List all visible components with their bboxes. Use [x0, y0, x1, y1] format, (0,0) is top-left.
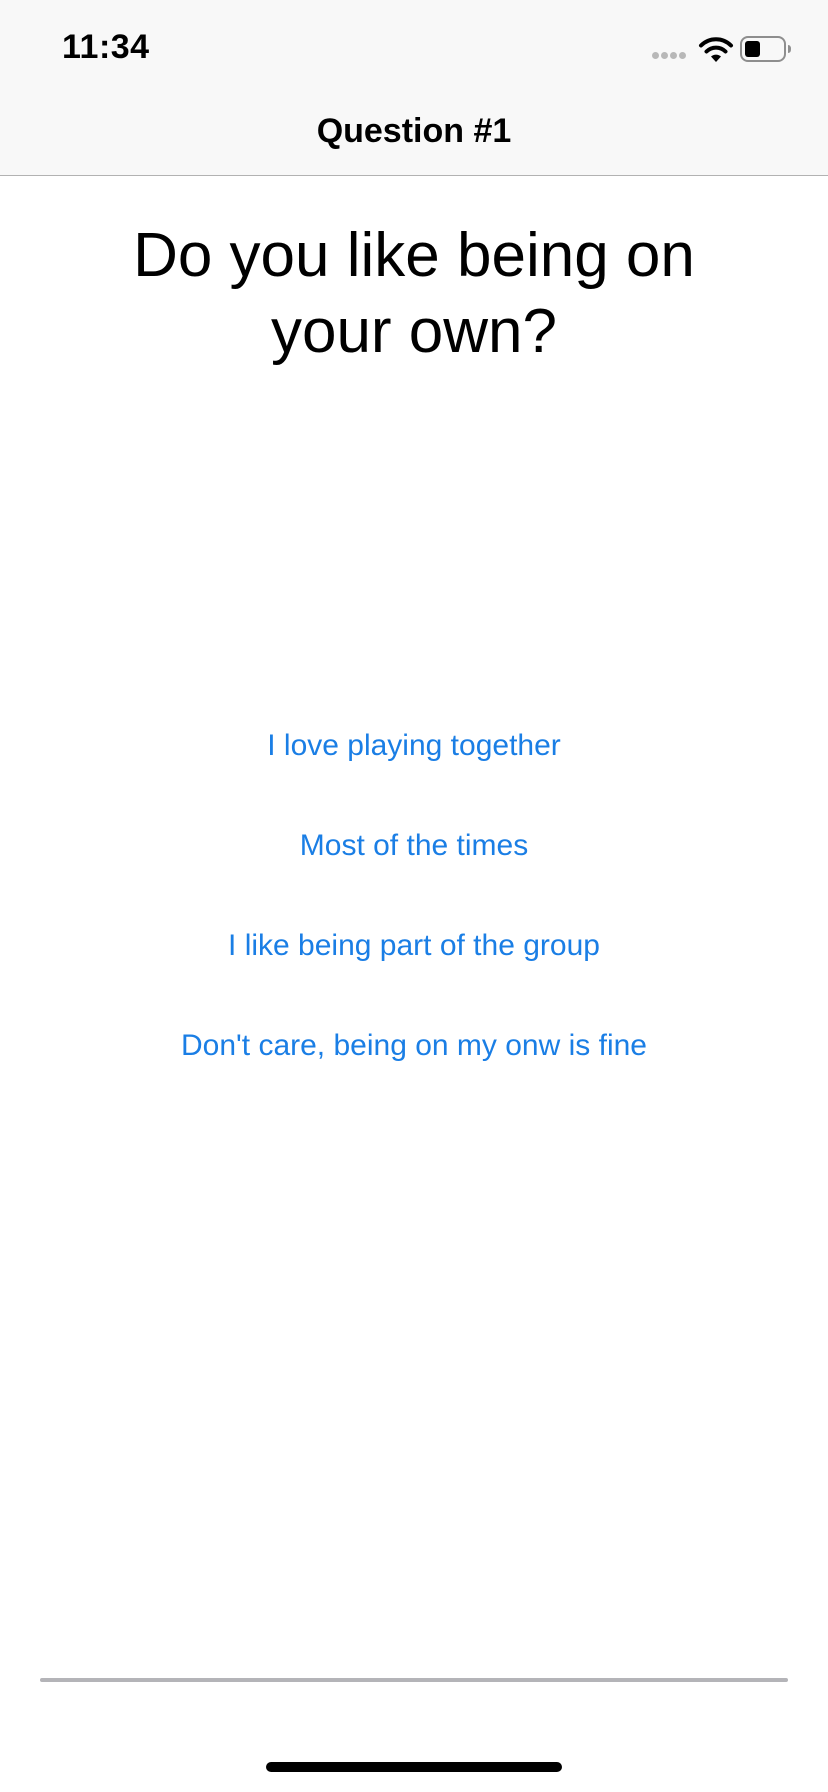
answer-button-1[interactable]: I love playing together [134, 720, 694, 772]
answer-button-2[interactable]: Most of the times [134, 820, 694, 872]
answer-button-4[interactable]: Don't care, being on my onw is fine [134, 1020, 694, 1072]
status-bar: 11:34 [0, 0, 828, 100]
status-time: 11:34 [62, 28, 150, 66]
navigation-bar: Question #1 [0, 100, 828, 176]
battery-icon [740, 36, 791, 62]
question-text: Do you like being on your own? [133, 221, 695, 366]
nav-title: Question #1 [316, 112, 512, 150]
answer-button-3[interactable]: I like being part of the group [134, 920, 694, 972]
home-indicator[interactable] [266, 1762, 562, 1772]
progress-bar [40, 1678, 788, 1682]
wifi-icon [699, 37, 733, 62]
screen: 11:34 Question #1 Do you like being on y… [0, 0, 828, 1792]
signal-icon [652, 52, 692, 62]
answer-list: I love playing together Most of the time… [0, 720, 828, 1120]
